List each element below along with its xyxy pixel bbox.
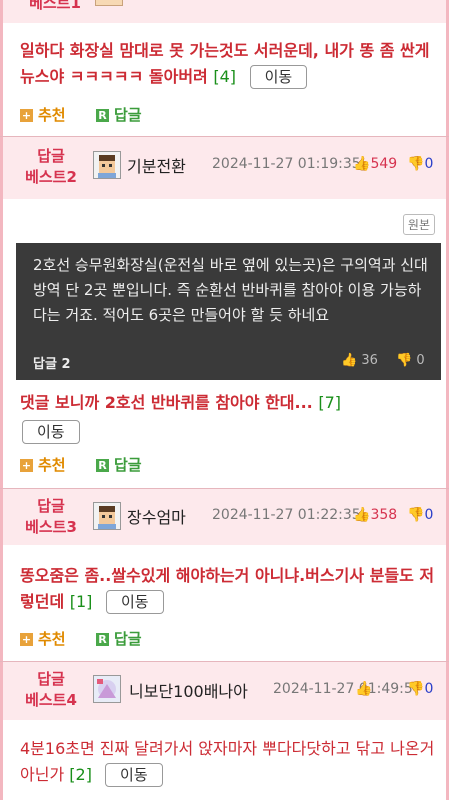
avatar [93, 151, 121, 179]
dislike-count[interactable]: 👎0 [407, 507, 433, 523]
reply-count: [2] [69, 765, 92, 784]
reply-icon: R [96, 633, 109, 646]
thumbs-down-icon: 👎 [407, 507, 425, 523]
reply-icon: R [96, 109, 109, 122]
move-button[interactable]: 이동 [22, 420, 80, 444]
recommend-button[interactable]: + 추천 [20, 454, 66, 475]
recommend-button[interactable]: + 추천 [20, 628, 66, 649]
thumbs-down-icon: 👎 [407, 156, 425, 172]
best-comment-1: 베스트1 일하다 화장실 맘대로 못 가는것도 서러운데, 내가 똥 좀 싼게 … [0, 0, 449, 136]
thumbs-up-icon: 👍 [353, 156, 371, 172]
nickname[interactable]: 니보단100배나아 [129, 678, 248, 702]
timestamp: 2024-11-27 01:19:35 [212, 156, 361, 172]
like-count[interactable]: 👍 [355, 681, 372, 697]
best-header-3: 답글 베스트3 장수엄마 2024-11-27 01:22:35 👍358 👎0 [3, 489, 446, 545]
like-count[interactable]: 👍358 [353, 507, 397, 523]
dislike-count[interactable]: 👎0 [407, 681, 433, 697]
dislike-count[interactable]: 👎0 [407, 156, 433, 172]
comment-text-2: 댓글 보니까 2호선 반바퀴를 참아야 한대... [7] 이동 [20, 390, 435, 445]
best-header-4: 답글 베스트4 니보단100배나아 2024-11-27 01:49:5 👍 👎… [3, 662, 446, 720]
quoted-text: 2호선 승무원화장실(운전실 바로 옆에 있는곳)은 구의역과 신대방역 단 2… [33, 256, 428, 324]
best-comment-3: 답글 베스트3 장수엄마 2024-11-27 01:22:35 👍358 👎0… [0, 489, 449, 661]
nickname[interactable]: 기분전환 [127, 153, 186, 177]
avatar [95, 0, 123, 6]
reply-icon: R [96, 459, 109, 472]
move-button[interactable]: 이동 [106, 590, 164, 614]
plus-icon: + [20, 109, 33, 122]
thumbs-up-icon: 👍 [355, 681, 373, 697]
timestamp: 2024-11-27 01:22:35 [212, 507, 361, 523]
best-header-2: 답글 베스트2 기분전환 2024-11-27 01:19:35 👍549 👎0 [3, 137, 446, 199]
thumbs-down-icon: 👎 [407, 681, 425, 697]
best-comment-2: 답글 베스트2 기분전환 2024-11-27 01:19:35 👍549 👎0… [0, 137, 449, 488]
reply-count: [1] [69, 592, 93, 611]
best-badge-3: 답글 베스트3 [25, 497, 77, 536]
plus-icon: + [20, 459, 33, 472]
plus-icon: + [20, 633, 33, 646]
original-button[interactable]: 원본 [402, 214, 435, 235]
move-button[interactable]: 이동 [249, 65, 308, 89]
nickname[interactable]: 장수엄마 [127, 504, 186, 528]
like-count[interactable]: 👍549 [353, 156, 397, 172]
best-badge-4: 답글 베스트4 [25, 670, 77, 709]
thumbs-down-icon: 👎 [396, 353, 413, 368]
best-badge-2: 답글 베스트2 [25, 147, 77, 186]
quoted-dislike-count: 👎 0 [396, 353, 425, 368]
comment-text-1: 일하다 화장실 맘대로 못 가는것도 서러운데, 내가 똥 좀 싼게 뉴스야 ㅋ… [20, 38, 435, 90]
avatar [93, 502, 121, 530]
avatar [93, 675, 121, 703]
thumbs-up-icon: 👍 [353, 507, 371, 523]
reply-button[interactable]: R 답글 [96, 628, 142, 649]
quoted-comment: 2호선 승무원화장실(운전실 바로 옆에 있는곳)은 구의역과 신대방역 단 2… [16, 243, 441, 380]
reply-button[interactable]: R 답글 [96, 454, 142, 475]
recommend-button[interactable]: + 추천 [20, 104, 66, 125]
quoted-reply-count: 답글 2 [33, 357, 71, 372]
best-comment-4: 답글 베스트4 니보단100배나아 2024-11-27 01:49:5 👍 👎… [0, 662, 449, 800]
timestamp: 2024-11-27 01:49:5 [273, 681, 413, 697]
quoted-like-count: 👍 36 [341, 353, 378, 368]
thumbs-up-icon: 👍 [341, 353, 358, 368]
comment-text-3: 똥오줌은 좀..쌀수있게 해야하는거 아니냐.버스기사 분들도 저렇던데 [1]… [20, 563, 435, 615]
reply-count: [4] [213, 67, 237, 86]
best-badge-1: 베스트1 [29, 0, 81, 12]
move-button[interactable]: 이동 [105, 763, 163, 787]
reply-count: [7] [318, 393, 341, 412]
reply-button[interactable]: R 답글 [96, 104, 142, 125]
best-header-1: 베스트1 [3, 0, 446, 23]
comment-text-4: 4분16초면 진짜 달려가서 앉자마자 뿌다다닷하고 닦고 나온거 아닌가 [2… [20, 736, 435, 788]
